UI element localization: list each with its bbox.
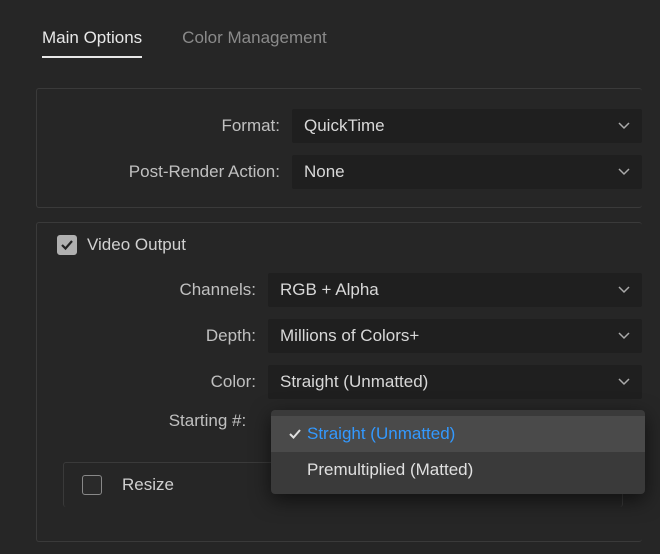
chevron-down-icon — [618, 286, 630, 294]
tab-main-options[interactable]: Main Options — [42, 28, 142, 58]
format-select[interactable]: QuickTime — [292, 109, 642, 143]
video-output-checkbox[interactable] — [57, 235, 77, 255]
format-panel: Format: QuickTime Post-Render Action: No… — [36, 88, 642, 208]
format-label: Format: — [37, 116, 292, 136]
resize-checkbox[interactable] — [82, 475, 102, 495]
color-dropdown-menu: Straight (Unmatted) Premultiplied (Matte… — [271, 410, 645, 494]
chevron-down-icon — [618, 332, 630, 340]
color-select[interactable]: Straight (Unmatted) — [268, 365, 642, 399]
depth-label: Depth: — [37, 326, 268, 346]
check-icon — [283, 427, 307, 441]
video-output-label: Video Output — [87, 235, 186, 255]
chevron-down-icon — [618, 378, 630, 386]
channels-row: Channels: RGB + Alpha — [37, 273, 642, 307]
tabs-bar: Main Options Color Management — [0, 0, 660, 58]
tab-color-management[interactable]: Color Management — [182, 28, 327, 58]
format-value: QuickTime — [304, 116, 385, 136]
starting-label: Starting #: — [37, 411, 258, 431]
depth-value: Millions of Colors+ — [280, 326, 419, 346]
channels-label: Channels: — [37, 280, 268, 300]
color-option-straight-label: Straight (Unmatted) — [307, 424, 455, 444]
video-output-checkbox-row: Video Output — [37, 235, 642, 255]
post-render-select[interactable]: None — [292, 155, 642, 189]
color-label: Color: — [37, 372, 268, 392]
chevron-down-icon — [618, 168, 630, 176]
color-row: Color: Straight (Unmatted) — [37, 365, 642, 399]
video-output-panel: Video Output Channels: RGB + Alpha Depth… — [36, 222, 642, 542]
resize-label: Resize — [122, 475, 174, 495]
depth-row: Depth: Millions of Colors+ — [37, 319, 642, 353]
chevron-down-icon — [618, 122, 630, 130]
color-option-premultiplied[interactable]: Premultiplied (Matted) — [271, 452, 645, 488]
depth-select[interactable]: Millions of Colors+ — [268, 319, 642, 353]
channels-select[interactable]: RGB + Alpha — [268, 273, 642, 307]
post-render-label: Post-Render Action: — [37, 162, 292, 182]
color-option-straight[interactable]: Straight (Unmatted) — [271, 416, 645, 452]
post-render-value: None — [304, 162, 345, 182]
format-row: Format: QuickTime — [37, 109, 642, 143]
channels-value: RGB + Alpha — [280, 280, 379, 300]
post-render-row: Post-Render Action: None — [37, 155, 642, 189]
color-option-premultiplied-label: Premultiplied (Matted) — [307, 460, 473, 480]
color-value: Straight (Unmatted) — [280, 372, 428, 392]
